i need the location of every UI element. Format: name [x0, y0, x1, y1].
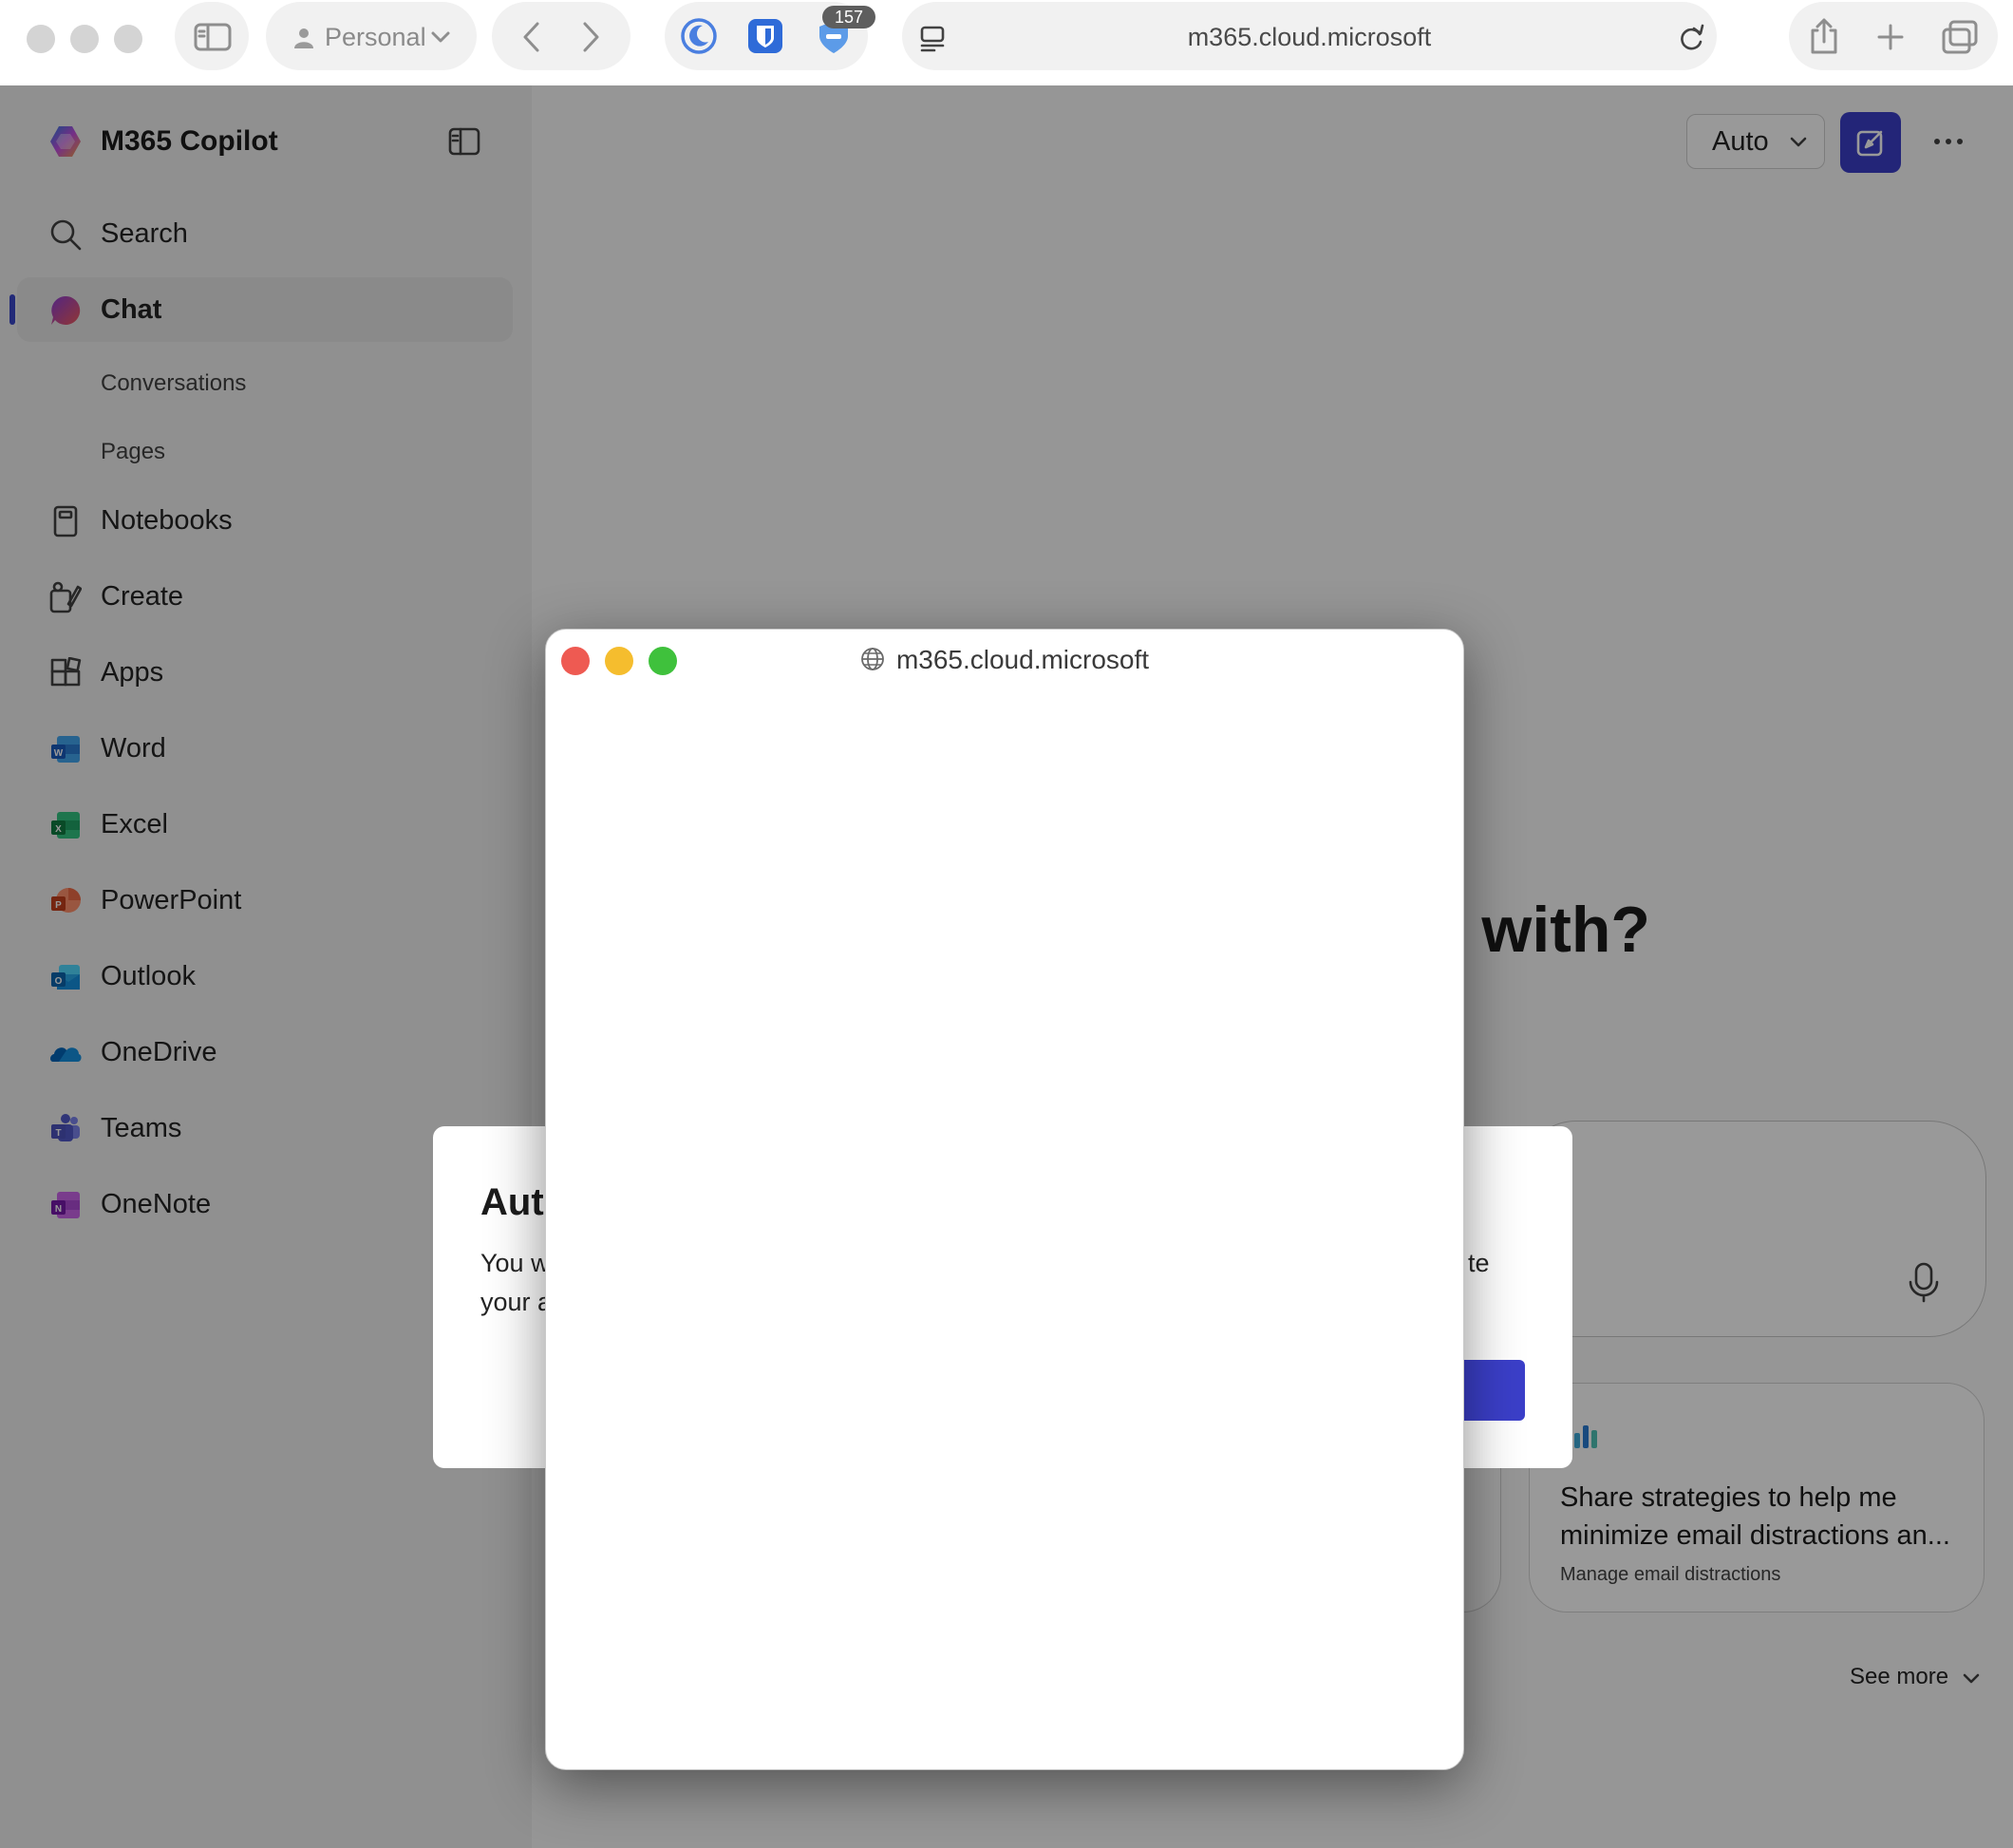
dialog-title: Aut — [480, 1181, 544, 1223]
reload-icon[interactable] — [1677, 23, 1705, 53]
sidebar-icon — [194, 23, 232, 51]
extension-badge: 157 — [822, 6, 875, 28]
globe-icon — [861, 648, 884, 670]
share-icon[interactable] — [1808, 17, 1840, 55]
person-icon — [294, 28, 313, 48]
bitwarden-icon[interactable] — [746, 17, 784, 55]
window-zoom-button[interactable] — [114, 25, 142, 53]
new-tab-icon[interactable] — [1876, 23, 1905, 51]
popup-window: m365.cloud.microsoft — [545, 629, 1464, 1770]
tab-overview-icon[interactable] — [1941, 19, 1979, 55]
window-minimize-button[interactable] — [70, 25, 99, 53]
dialog-body-line1-left: You w — [480, 1249, 550, 1277]
window-actions — [1789, 2, 1998, 70]
popup-title: m365.cloud.microsoft — [895, 645, 1150, 674]
address-bar[interactable]: m365.cloud.microsoft — [902, 2, 1717, 70]
dialog-body-line1-right: te — [1468, 1249, 1490, 1277]
profile-label: Personal — [325, 23, 426, 51]
nav-buttons — [492, 2, 630, 70]
browser-toolbar: Personal 157 m365.cloud.microsoft — [0, 0, 2013, 86]
popup-title-bar: m365.cloud.microsoft — [546, 645, 1463, 675]
sidebar-toggle-button[interactable] — [175, 2, 249, 70]
window-close-button[interactable] — [27, 25, 55, 53]
chevron-down-icon — [431, 31, 450, 43]
night-mode-extension-icon[interactable] — [680, 17, 718, 55]
dialog-body-line2-left: your a — [480, 1288, 553, 1316]
back-icon[interactable] — [520, 21, 543, 53]
url-text: m365.cloud.microsoft — [1187, 23, 1432, 51]
forward-icon[interactable] — [579, 21, 602, 53]
profile-button[interactable]: Personal — [266, 2, 477, 70]
